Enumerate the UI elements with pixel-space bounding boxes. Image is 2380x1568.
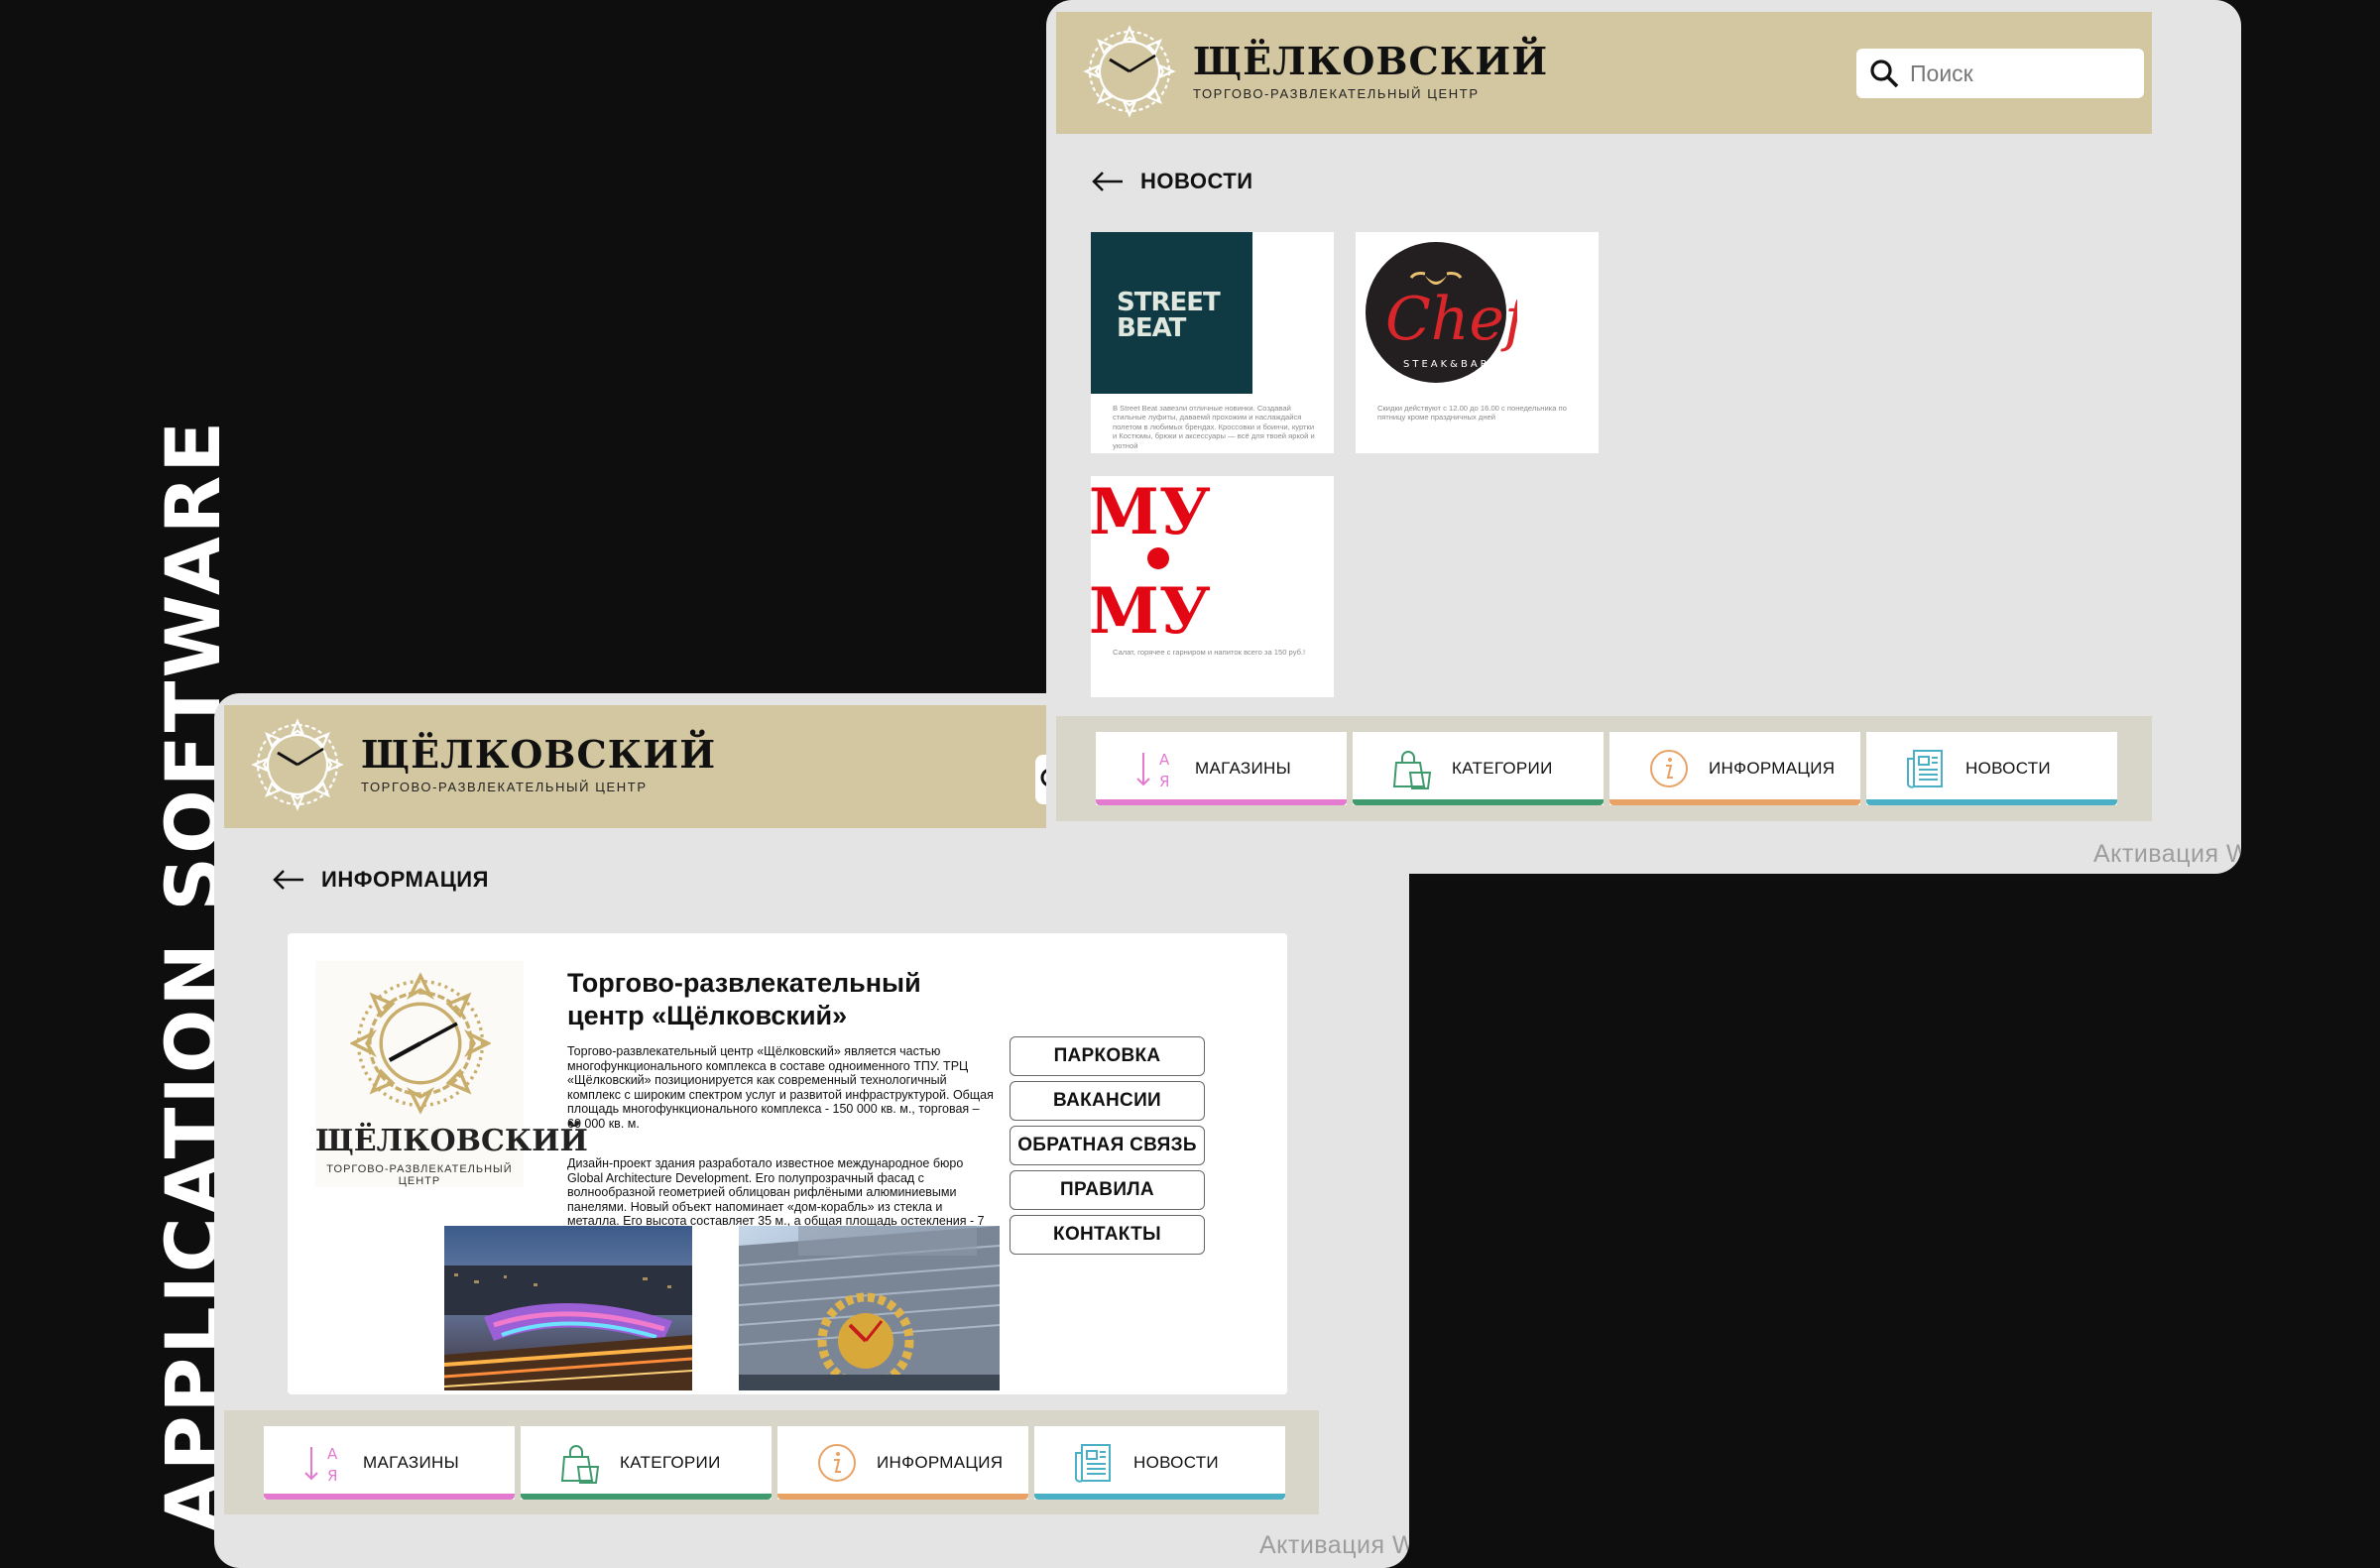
clock-logo-icon (1083, 25, 1176, 118)
arrow-left-icon (1092, 172, 1123, 191)
tab-information[interactable]: ИНФОРМАЦИЯ (777, 1425, 1028, 1500)
tab-underline (777, 1493, 1028, 1500)
info-icon (818, 1443, 856, 1482)
tab-news[interactable]: НОВОСТИ (1034, 1425, 1285, 1500)
mu-mu-logo: МУ МУ (1091, 476, 1252, 638)
tab-label: ИНФОРМАЦИЯ (1709, 759, 1836, 778)
arrow-left-icon (273, 870, 303, 890)
tab-categories[interactable]: КАТЕГОРИИ (1353, 732, 1604, 805)
tab-shops[interactable]: А Я МАГАЗИНЫ (264, 1425, 515, 1500)
section-title: НОВОСТИ (1140, 169, 1253, 193)
tab-underline (1609, 799, 1860, 805)
tab-underline (264, 1493, 515, 1500)
tab-underline (1353, 799, 1604, 805)
contacts-button[interactable]: КОНТАКТЫ (1010, 1215, 1205, 1255)
svg-text:Я: Я (327, 1467, 337, 1485)
tab-shops[interactable]: А Я МАГАЗИНЫ (1096, 732, 1347, 805)
brand-name: ЩЁЛКОВСКИЙ (1193, 38, 1549, 83)
section-title: ИНФОРМАЦИЯ (321, 867, 489, 892)
brand-logo[interactable]: ЩЁЛКОВСКИЙ Торгово-развлекательный центр (1080, 22, 1548, 121)
svg-text:МУ: МУ (1091, 476, 1211, 549)
tab-underline (1096, 799, 1347, 805)
mall-logo-tagline: Торгово-развлекательный центр (326, 1163, 513, 1187)
back-button[interactable]: НОВОСТИ (1091, 169, 1253, 194)
brand-name: ЩЁЛКОВСКИЙ (361, 731, 717, 777)
search-box[interactable] (1856, 49, 2144, 98)
tab-categories[interactable]: КАТЕГОРИИ (521, 1425, 772, 1500)
search-icon (1870, 60, 1899, 88)
tab-information[interactable]: ИНФОРМАЦИЯ (1609, 732, 1860, 805)
shopping-bag-icon (1392, 751, 1432, 789)
tab-label: ИНФОРМАЦИЯ (877, 1452, 1004, 1472)
news-card-text: В Street Beat завезли отличные новинки. … (1113, 404, 1315, 450)
info-icon (1650, 750, 1688, 787)
brand-tagline: Торгово-развлекательный центр (1193, 85, 1480, 101)
news-window: ЩЁЛКОВСКИЙ Торгово-развлекательный центр… (1046, 0, 2241, 874)
info-panel: ЩЁЛКОВСКИЙ Торгово-развлекательный центр… (288, 933, 1287, 1394)
brand-tagline: Торгово-развлекательный центр (361, 779, 648, 794)
clock-logo-icon (350, 973, 491, 1114)
svg-text:Chef: Chef (1385, 285, 1517, 354)
activation-watermark: Активация W (1259, 1531, 1409, 1559)
tab-underline (1034, 1493, 1285, 1500)
svg-text:А: А (327, 1445, 338, 1463)
svg-text:МУ: МУ (1091, 574, 1211, 638)
svg-text:Я: Я (1159, 773, 1169, 790)
news-card[interactable]: МУ МУ Салат, горячее с гарниром и напито… (1091, 476, 1334, 697)
shopping-bag-icon (560, 1444, 600, 1484)
svg-text:BEAT: BEAT (1117, 313, 1187, 343)
info-title: Торгово-развлекательный центр «Щёлковски… (567, 968, 921, 1030)
mall-aerial-photo (444, 1226, 692, 1390)
tab-news[interactable]: НОВОСТИ (1866, 732, 2117, 805)
mall-logo-name: ЩЁЛКОВСКИЙ (315, 1124, 588, 1158)
svg-text:А: А (1159, 751, 1170, 769)
tab-underline (1866, 799, 2117, 805)
sort-az-icon: А Я (304, 1445, 338, 1485)
svg-text:STEAK&BAR: STEAK&BAR (1403, 359, 1490, 370)
clock-logo-icon (251, 718, 344, 811)
newspaper-icon (1907, 750, 1943, 788)
tab-label: КАТЕГОРИИ (1452, 759, 1553, 778)
bottom-tabbar: А Я МАГАЗИНЫ КАТЕГОРИИ ИНФОРМАЦИЯ НОВОСТ… (224, 1410, 1319, 1514)
activation-watermark: Активация W (2093, 840, 2241, 868)
info-paragraph: Торгово-развлекательный центр «Щёлковски… (567, 1044, 994, 1131)
chef-logo: Chef STEAK&BAR (1356, 232, 1517, 394)
news-card-text: Салат, горячее с гарниром и напиток всег… (1113, 648, 1306, 657)
tab-label: НОВОСТИ (1965, 759, 2051, 778)
info-buttons: ПАРКОВКА ВАКАНСИИ ОБРАТНАЯ СВЯЗЬ ПРАВИЛА… (1010, 1036, 1205, 1260)
rules-button[interactable]: ПРАВИЛА (1010, 1170, 1205, 1210)
tab-label: МАГАЗИНЫ (1195, 759, 1291, 778)
mall-logo-image: ЩЁЛКОВСКИЙ Торгово-развлекательный центр (315, 961, 588, 1187)
parking-button[interactable]: ПАРКОВКА (1010, 1036, 1205, 1076)
back-button[interactable]: ИНФОРМАЦИЯ (272, 867, 489, 893)
news-card-text: Скидки действуют с 12.00 до 16.00 с поне… (1377, 404, 1567, 422)
mall-facade-photo (739, 1226, 1000, 1390)
tab-label: НОВОСТИ (1133, 1452, 1219, 1472)
tab-label: МАГАЗИНЫ (363, 1452, 459, 1472)
street-beat-logo: STREET BEAT (1091, 232, 1252, 394)
news-card[interactable]: STREET BEAT В Street Beat завезли отличн… (1091, 232, 1334, 453)
news-card[interactable]: Chef STEAK&BAR Скидки действуют с 12.00 … (1356, 232, 1599, 453)
brand-logo[interactable]: ЩЁЛКОВСКИЙ Торгово-развлекательный центр (248, 715, 716, 814)
feedback-button[interactable]: ОБРАТНАЯ СВЯЗЬ (1010, 1126, 1205, 1165)
sort-az-icon: А Я (1136, 751, 1170, 790)
header: ЩЁЛКОВСКИЙ Торгово-развлекательный центр (1056, 12, 2152, 134)
newspaper-icon (1075, 1443, 1111, 1483)
search-input[interactable] (1910, 60, 2128, 87)
tab-underline (521, 1493, 772, 1500)
tab-label: КАТЕГОРИИ (620, 1452, 721, 1472)
vacancies-button[interactable]: ВАКАНСИИ (1010, 1081, 1205, 1121)
bottom-tabbar: А Я МАГАЗИНЫ КАТЕГОРИИ ИНФОРМАЦИЯ НОВОСТ… (1056, 716, 2152, 821)
